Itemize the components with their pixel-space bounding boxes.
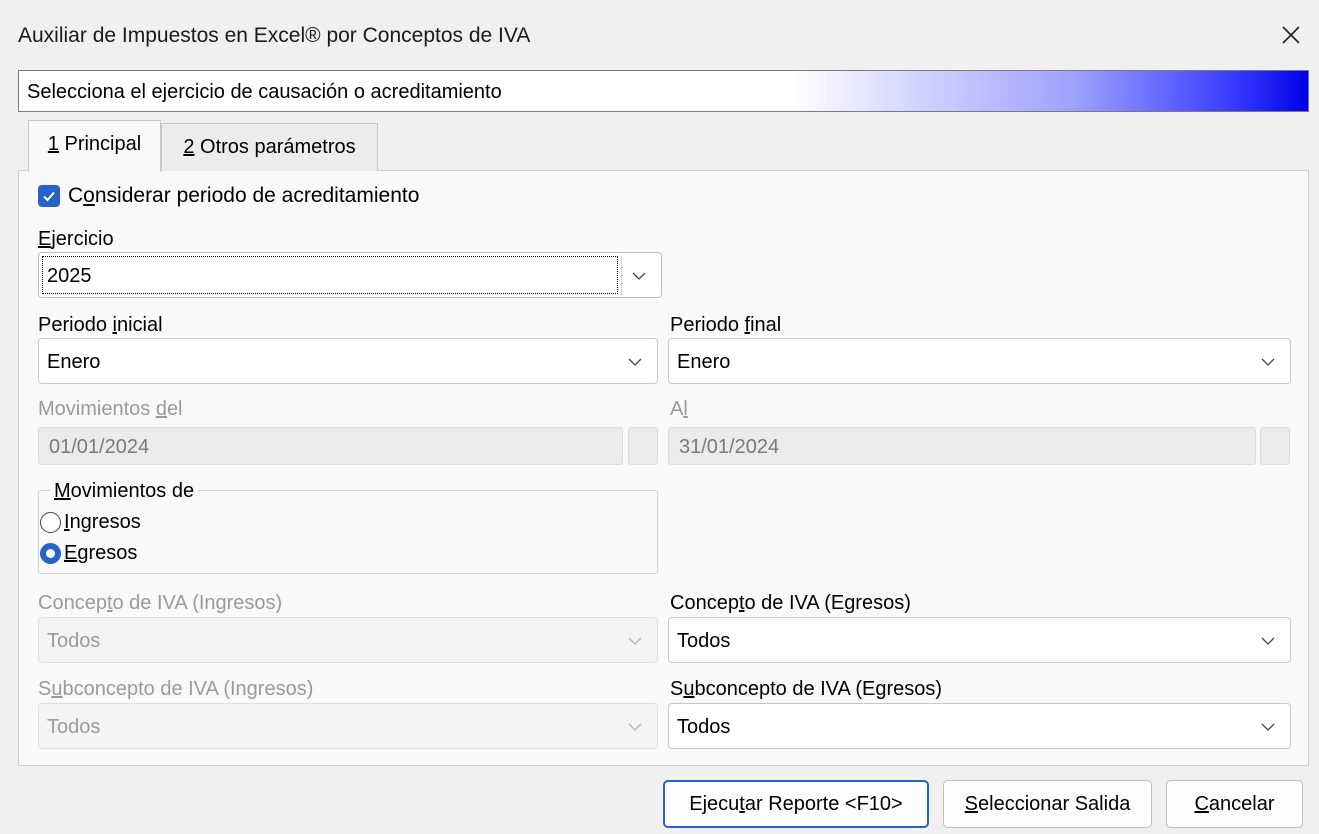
label-hotkey: C	[1194, 792, 1209, 815]
window-title: Auxiliar de Impuestos en Excel® por Conc…	[18, 24, 531, 47]
label-hotkey: E	[64, 542, 78, 564]
chevron-down-icon	[627, 632, 643, 655]
chevron-down-icon	[1260, 353, 1276, 376]
label-part: S	[38, 678, 52, 700]
ejecutar-reporte-button[interactable]: Ejecu t ar Reporte <F10>	[663, 780, 929, 828]
chevron-down-icon	[631, 267, 647, 290]
concepto-ingresos-value: Todos	[47, 630, 101, 652]
checkmark-icon	[43, 191, 55, 202]
concepto-ingresos-label: Concepto de IVA (Ingresos)	[38, 592, 282, 615]
al-value: 31/01/2024	[679, 436, 780, 458]
al-label: Al	[670, 398, 688, 421]
instruction-banner: Selecciona el ejercicio de causación o a…	[18, 70, 1309, 112]
considerar-periodo-checkbox[interactable]	[38, 185, 60, 207]
label-hotkey: o	[83, 184, 95, 207]
concepto-egresos-value: Todos	[677, 630, 731, 652]
chevron-down-icon	[1260, 632, 1276, 655]
subconcepto-ingresos-select: Todos	[38, 703, 658, 749]
label-hotkey: d	[155, 398, 167, 420]
movimientos-del-field: 01/01/2024	[38, 427, 623, 465]
title-bar: Auxiliar de Impuestos en Excel® por Conc…	[0, 0, 1319, 68]
movimientos-del-label: Movimientos del	[38, 398, 183, 421]
label-hotkey: E	[38, 228, 52, 250]
label-part: Movimientos	[38, 398, 156, 420]
label-part: Concep	[670, 592, 739, 614]
al-calendar-button	[1260, 427, 1290, 465]
subconcepto-ingresos-value: Todos	[47, 716, 101, 738]
tab-principal[interactable]: 1 Principal	[28, 120, 161, 172]
label-hotkey: u	[683, 678, 695, 700]
radio-egresos[interactable]: Egresos	[40, 542, 137, 565]
label-hotkey: M	[54, 480, 71, 502]
radio-egresos-label: Egresos	[64, 542, 137, 565]
considerar-periodo-label[interactable]: Considerar periodo de acreditamiento	[68, 184, 419, 208]
label-part: el	[166, 398, 183, 420]
concepto-egresos-select[interactable]: Todos	[668, 617, 1291, 663]
label-part: jercicio	[51, 228, 114, 250]
label-part: bconcepto de IVA (Ingresos)	[62, 678, 314, 700]
periodo-final-select[interactable]: Enero	[668, 338, 1291, 384]
label-hotkey: u	[51, 678, 63, 700]
label-hotkey: S	[964, 792, 978, 815]
label-part: gresos	[77, 542, 138, 564]
label-part: Ejecu	[689, 792, 740, 815]
concepto-ingresos-select: Todos	[38, 617, 658, 663]
subconcepto-egresos-select[interactable]: Todos	[668, 703, 1291, 749]
banner-text: Selecciona el ejercicio de causación o a…	[27, 81, 502, 103]
cancelar-button[interactable]: Cancelar	[1166, 780, 1303, 828]
label-part: S	[670, 678, 684, 700]
periodo-inicial-label: Periodo inicial	[38, 314, 163, 337]
movimientos-del-calendar-button	[628, 427, 658, 465]
radio-circle	[40, 512, 61, 533]
tab-otros-parametros[interactable]: 2 Otros parámetros	[161, 123, 378, 171]
ejercicio-select[interactable]: 2025	[38, 252, 662, 298]
label-part: C	[68, 184, 84, 207]
label-part: Concep	[38, 592, 107, 614]
label-part: nsiderar periodo de acreditamiento	[94, 184, 420, 207]
chevron-down-icon	[627, 353, 643, 376]
periodo-inicial-select[interactable]: Enero	[38, 338, 658, 384]
subconcepto-ingresos-label: Subconcepto de IVA (Ingresos)	[38, 678, 313, 701]
chevron-down-icon	[1260, 718, 1276, 741]
al-field: 31/01/2024	[668, 427, 1256, 465]
periodo-final-label: Periodo final	[670, 314, 781, 337]
label-part: ovimientos de	[70, 480, 195, 502]
label-part: ancelar	[1208, 792, 1275, 815]
dialog-window: Auxiliar de Impuestos en Excel® por Conc…	[0, 0, 1319, 834]
movimientos-del-value: 01/01/2024	[49, 436, 150, 458]
tab-otros-label: Otros parámetros	[194, 136, 356, 158]
ejercicio-label: Ejercicio	[38, 228, 114, 251]
label-part: Periodo	[38, 314, 113, 336]
label-part: ngresos	[69, 511, 141, 533]
ejercicio-value: 2025	[42, 256, 618, 294]
seleccionar-salida-button[interactable]: Seleccionar Salida	[943, 780, 1152, 828]
periodo-final-value: Enero	[677, 351, 731, 373]
radio-ingresos[interactable]: Ingresos	[40, 511, 141, 534]
radio-circle-selected	[40, 543, 61, 564]
tab-principal-number: 1	[47, 133, 59, 155]
label-part: nicial	[116, 314, 163, 336]
label-part: eleccionar Salida	[978, 792, 1131, 815]
label-part: o de IVA (Ingresos)	[112, 592, 283, 614]
label-part: Periodo	[670, 314, 745, 336]
periodo-inicial-value: Enero	[47, 351, 101, 373]
label-part: A	[670, 398, 684, 420]
movimientos-de-label: Movimientos de	[50, 480, 199, 503]
radio-ingresos-label: Ingresos	[64, 511, 141, 534]
chevron-down-icon	[627, 718, 643, 741]
concepto-egresos-label: Concepto de IVA (Egresos)	[670, 592, 911, 615]
label-part: o de IVA (Egresos)	[744, 592, 911, 614]
subconcepto-egresos-value: Todos	[677, 716, 731, 738]
label-hotkey: l	[683, 398, 688, 420]
label-part: inal	[750, 314, 782, 336]
label-part: ar Reporte <F10>	[744, 792, 903, 815]
label-part: bconcepto de IVA (Egresos)	[694, 678, 943, 700]
subconcepto-egresos-label: Subconcepto de IVA (Egresos)	[670, 678, 942, 701]
close-icon[interactable]	[1272, 16, 1310, 54]
tab-principal-label: Principal	[58, 133, 142, 155]
tab-otros-number: 2	[183, 136, 195, 158]
select-separator	[621, 255, 622, 295]
